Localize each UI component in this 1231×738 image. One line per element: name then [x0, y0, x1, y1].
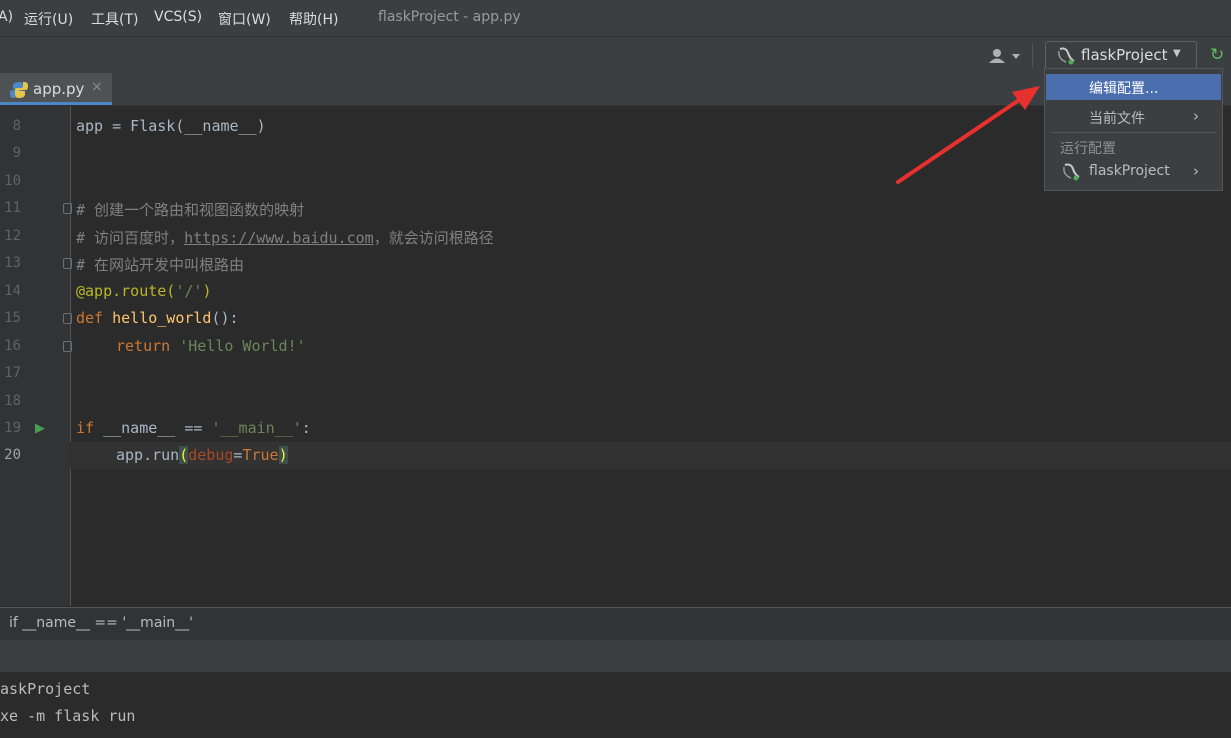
code-line-11: 11 # 创建一个路由和视图函数的映射	[0, 195, 1231, 222]
comment: # 访问百度时，	[76, 229, 185, 247]
menu-item-flask-project[interactable]: flaskProject ›	[1046, 159, 1221, 185]
fold-marker-icon[interactable]	[63, 258, 72, 269]
line-number: 11	[4, 200, 21, 216]
tab-app-py[interactable]: app.py ×	[0, 73, 112, 105]
function-name: hello_world	[112, 309, 212, 327]
chevron-down-icon: ▼	[1173, 48, 1181, 59]
paren-match: (	[179, 446, 189, 464]
code-text[interactable]: # 在网站开发中叫根路由	[76, 254, 244, 275]
code-token: app = Flask(__name__)	[76, 117, 266, 135]
console-line: xe -m flask run	[0, 707, 136, 725]
keyword: if	[76, 419, 104, 437]
line-number: 14	[4, 283, 21, 299]
chevron-right-icon: ›	[1193, 107, 1199, 125]
fold-marker-icon[interactable]	[63, 341, 72, 352]
menu-item-current-file[interactable]: 当前文件 ›	[1046, 104, 1221, 130]
python-file-icon	[10, 81, 28, 103]
code-line-15: 15 def hello_world():	[0, 305, 1231, 332]
run-config-label: flaskProject	[1081, 46, 1168, 64]
keyword: True	[242, 446, 279, 464]
menu-group-label: 运行配置	[1060, 141, 1116, 157]
string: '__main__'	[211, 419, 302, 437]
code-token: :	[301, 419, 311, 437]
flask-config-icon	[1056, 47, 1076, 69]
code-text[interactable]: def hello_world():	[76, 309, 239, 327]
menu-divider	[1051, 132, 1217, 133]
comment-link[interactable]: https://www.baidu.com	[184, 229, 374, 247]
line-number: 8	[12, 118, 21, 134]
code-line-14: 14 @app.route('/')	[0, 278, 1231, 305]
menu-item-label: 当前文件	[1089, 111, 1145, 127]
code-token: app.run	[116, 446, 180, 464]
comment: # 在网站开发中叫根路由	[76, 256, 245, 274]
rerun-icon[interactable]: ↻	[1210, 45, 1224, 65]
breadcrumb-text[interactable]: if __name__ == '__main__'	[9, 615, 193, 631]
code-line-18: 18	[0, 388, 1231, 415]
code-token: ():	[211, 309, 239, 327]
code-line-19: 19 ▶ if __name__ == '__main__':	[0, 415, 1231, 442]
code-line-16: 16 return 'Hello World!'	[0, 333, 1231, 360]
parameter: debug	[188, 446, 234, 464]
code-text[interactable]: # 创建一个路由和视图函数的映射	[76, 199, 304, 220]
close-icon[interactable]: ×	[91, 79, 103, 95]
line-number: 18	[4, 393, 21, 409]
menu-vcs[interactable]: VCS(S)	[154, 9, 202, 25]
menu-partial[interactable]: A)	[0, 9, 13, 25]
menu-item-edit-configurations[interactable]: 编辑配置...	[1046, 74, 1221, 100]
string: '/'	[175, 282, 203, 300]
code-line-20: 20 app.run(debug=True)	[0, 442, 1231, 469]
line-number: 12	[4, 228, 21, 244]
code-line-17: 17	[0, 360, 1231, 387]
paren-match: )	[278, 446, 288, 464]
line-number: 10	[4, 173, 21, 189]
code-line-12: 12 # 访问百度时，https://www.baidu.com，就会访问根路径	[0, 223, 1231, 250]
menu-item-label: 编辑配置...	[1089, 81, 1159, 97]
run-gutter-icon[interactable]: ▶	[35, 421, 45, 436]
code-text[interactable]: # 访问百度时，https://www.baidu.com，就会访问根路径	[76, 227, 494, 248]
code-text[interactable]: app = Flask(__name__)	[76, 117, 266, 135]
user-icon[interactable]	[988, 48, 1022, 64]
menu-bar: A) 运行(U) 工具(T) VCS(S) 窗口(W) 帮助(H) flaskP…	[0, 0, 1231, 36]
line-number: 20	[4, 447, 21, 463]
fold-marker-icon[interactable]	[63, 313, 72, 324]
run-config-selector[interactable]: flaskProject ▼	[1045, 41, 1197, 70]
tab-filename: app.py	[33, 80, 85, 98]
run-panel-header	[0, 639, 1231, 672]
console-line: askProject	[0, 680, 91, 698]
keyword: def	[76, 309, 113, 327]
code-token: __name__ ==	[103, 419, 212, 437]
decorator: @app.route(	[76, 282, 176, 300]
menu-item-label: flaskProject	[1089, 163, 1170, 179]
code-text[interactable]: if __name__ == '__main__':	[76, 419, 311, 437]
decorator: )	[202, 282, 212, 300]
line-number: 19	[4, 420, 21, 436]
menu-tools[interactable]: 工具(T)	[91, 9, 138, 29]
menu-run[interactable]: 运行(U)	[24, 9, 73, 29]
window-title: flaskProject - app.py	[378, 9, 521, 25]
code-text[interactable]: @app.route('/')	[76, 282, 211, 300]
line-number: 16	[4, 338, 21, 354]
code-text[interactable]: return 'Hello World!'	[116, 337, 306, 355]
fold-marker-icon[interactable]	[63, 203, 72, 214]
run-console[interactable]: askProject xe -m flask run	[0, 672, 1231, 738]
menu-window[interactable]: 窗口(W)	[218, 9, 271, 29]
code-line-13: 13 # 在网站开发中叫根路由	[0, 250, 1231, 277]
line-number: 13	[4, 255, 21, 271]
line-number: 15	[4, 310, 21, 326]
flask-config-icon	[1061, 163, 1081, 185]
line-number: 9	[12, 145, 21, 161]
comment: # 创建一个路由和视图函数的映射	[76, 201, 305, 219]
code-text[interactable]: app.run(debug=True)	[116, 446, 288, 464]
comment: ，就会访问根路径	[373, 229, 494, 247]
breadcrumb[interactable]: if __name__ == '__main__'	[0, 607, 1231, 639]
string: 'Hello World!'	[179, 337, 306, 355]
menu-help[interactable]: 帮助(H)	[289, 9, 338, 29]
line-number: 17	[4, 365, 21, 381]
chevron-right-icon: ›	[1193, 162, 1199, 180]
run-config-dropdown: 编辑配置... 当前文件 › 运行配置 flaskProject ›	[1044, 68, 1223, 191]
keyword: return	[116, 337, 180, 355]
toolbar-separator	[1032, 43, 1033, 67]
